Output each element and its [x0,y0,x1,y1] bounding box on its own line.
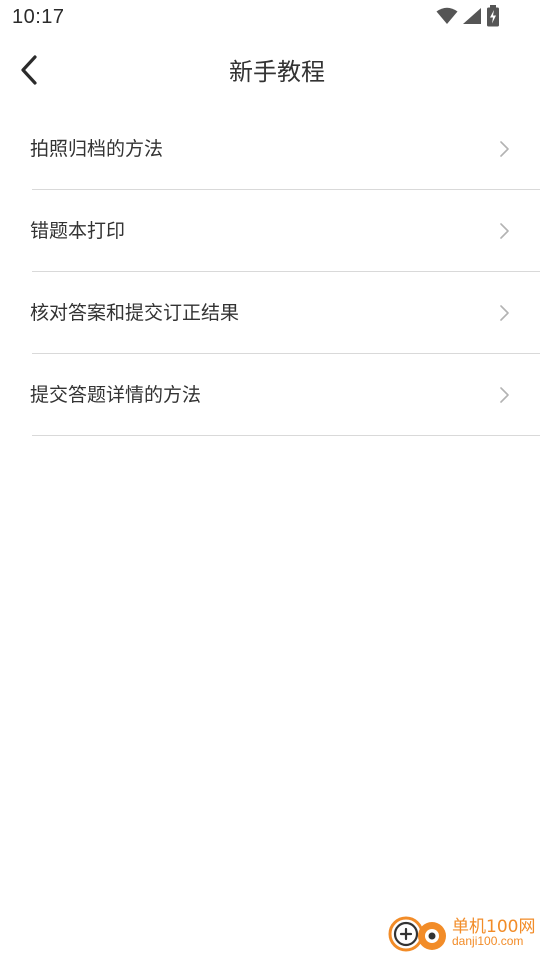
menu-item-label: 提交答题详情的方法 [30,384,202,406]
menu-item-wrong-question-print[interactable]: 错题本打印 [0,190,540,272]
chevron-right-icon [498,303,510,323]
tutorial-menu-list: 拍照归档的方法 错题本打印 核对答案和提交订正结果 提交答题详情的方法 [0,108,540,436]
battery-charging-icon [486,5,500,31]
divider [32,435,540,436]
watermark-url-text: danji100.com [452,934,524,948]
menu-item-label: 错题本打印 [30,220,126,242]
top-app-bar: 新手教程 [0,36,540,108]
status-time: 10:17 [12,6,65,28]
menu-item-label: 核对答案和提交订正结果 [30,302,240,324]
status-icons [436,5,500,31]
chevron-right-icon [498,385,510,405]
chevron-right-icon [498,139,510,159]
menu-item-photo-archive[interactable]: 拍照归档的方法 [0,108,540,190]
status-bar: 10:17 [0,0,540,36]
cellular-signal-icon [462,7,482,29]
menu-item-check-answers[interactable]: 核对答案和提交订正结果 [0,272,540,354]
menu-item-submit-details[interactable]: 提交答题详情的方法 [0,354,540,436]
watermark: 单机100网 danji100.com [386,910,536,958]
wifi-icon [436,7,458,29]
app-screen: 10:17 新手教程 拍照归档的方法 错题本打印 核对答案和提交订正结果 提交答… [0,0,540,960]
page-title: 新手教程 [229,58,325,86]
menu-item-label: 拍照归档的方法 [30,138,164,160]
chevron-right-icon [498,221,510,241]
